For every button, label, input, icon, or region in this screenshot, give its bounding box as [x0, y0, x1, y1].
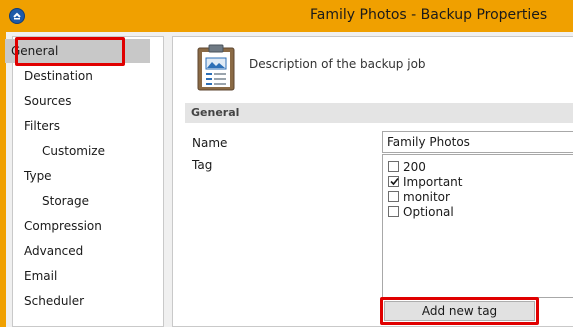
tag-label-monitor: monitor [403, 190, 450, 204]
sidebar-item-compression[interactable]: Compression [13, 214, 163, 238]
sidebar-item-customize[interactable]: Customize [13, 139, 163, 163]
tag-checkbox-optional[interactable] [388, 206, 399, 217]
highlight-general [15, 37, 125, 66]
name-label: Name [192, 136, 228, 150]
sidebar-item-destination[interactable]: Destination [13, 64, 163, 88]
tag-list: 200 Important monitor Optional [382, 154, 573, 298]
title-bar: Family Photos - Backup Properties [0, 0, 573, 32]
tag-item-important[interactable]: Important [388, 175, 463, 190]
app-icon[interactable] [9, 8, 25, 24]
highlight-add-tag [380, 297, 539, 325]
tag-checkbox-monitor[interactable] [388, 191, 399, 202]
tag-checkbox-200[interactable] [388, 161, 399, 172]
tag-label: Tag [192, 158, 213, 172]
tag-item-200[interactable]: 200 [388, 160, 426, 175]
section-header-general: General [185, 103, 573, 123]
tag-label-important: Important [403, 175, 463, 189]
sidebar-item-filters[interactable]: Filters [13, 114, 163, 138]
checkmark-icon [390, 177, 399, 186]
sidebar-item-advanced[interactable]: Advanced [13, 239, 163, 263]
tag-label-200: 200 [403, 160, 426, 174]
window-title: Family Photos - Backup Properties [310, 7, 548, 23]
tag-item-monitor[interactable]: monitor [388, 190, 450, 205]
name-input[interactable] [382, 131, 573, 153]
clipboard-icon [196, 43, 236, 94]
sidebar-item-sources[interactable]: Sources [13, 89, 163, 113]
tag-label-optional: Optional [403, 205, 454, 219]
sidebar-item-storage[interactable]: Storage [13, 189, 163, 213]
job-description: Description of the backup job [249, 57, 426, 71]
sidebar-item-email[interactable]: Email [13, 264, 163, 288]
sidebar-item-scheduler[interactable]: Scheduler [13, 289, 163, 313]
tag-checkbox-important[interactable] [388, 176, 399, 187]
sidebar-item-type[interactable]: Type [13, 164, 163, 188]
tag-item-optional[interactable]: Optional [388, 205, 454, 220]
